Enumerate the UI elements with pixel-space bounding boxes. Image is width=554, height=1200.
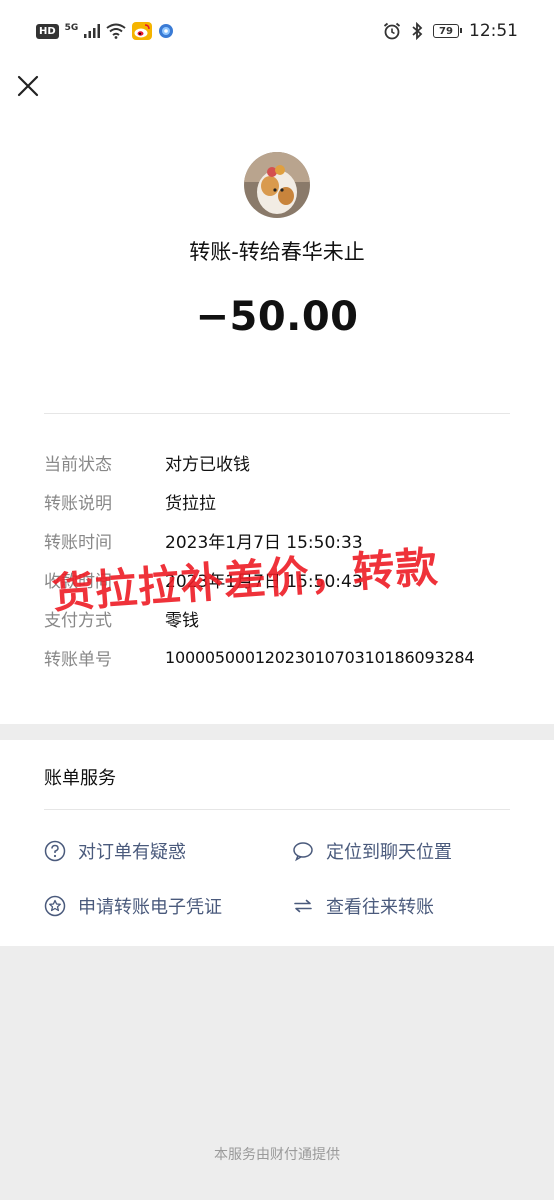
info-label: 转账单号 — [44, 649, 112, 670]
service-view-transfers[interactable]: 查看往来转账 — [292, 891, 434, 921]
status-bar: HD 5G 79 12:51 — [0, 0, 554, 60]
hd-badge: HD — [36, 23, 59, 39]
info-label: 转账时间 — [44, 532, 112, 553]
transfer-title: 转账-转给春华未止 — [189, 240, 365, 264]
info-value: 1000050001202301070310186093284 — [165, 647, 475, 667]
service-label: 定位到聊天位置 — [326, 842, 452, 863]
service-e-voucher[interactable]: 申请转账电子凭证 — [44, 891, 222, 921]
payee-avatar[interactable] — [244, 152, 310, 218]
service-order-question[interactable]: 对订单有疑惑 — [44, 836, 186, 866]
close-icon — [17, 75, 39, 97]
divider — [44, 809, 510, 810]
bluetooth-icon — [412, 22, 423, 40]
app-notification-icon — [159, 24, 174, 38]
battery-icon: 79 — [433, 24, 462, 38]
footer-note: 本服务由财付通提供 — [214, 1147, 340, 1163]
status-left-icons: HD 5G — [36, 20, 174, 42]
header-bar — [0, 60, 554, 118]
swap-arrows-icon — [292, 895, 314, 917]
service-label: 对订单有疑惑 — [78, 842, 186, 863]
status-right-icons: 79 12:51 — [383, 20, 518, 42]
info-label: 转账说明 — [44, 493, 112, 514]
wifi-icon — [106, 23, 126, 39]
info-value: 对方已收钱 — [165, 454, 250, 475]
question-circle-icon — [44, 840, 66, 862]
service-locate-chat[interactable]: 定位到聊天位置 — [292, 836, 452, 866]
clock: 12:51 — [469, 21, 518, 41]
info-label: 当前状态 — [44, 454, 112, 475]
service-label: 申请转账电子凭证 — [78, 897, 222, 918]
alarm-icon — [383, 22, 401, 40]
divider — [44, 413, 510, 414]
chat-bubble-icon — [292, 840, 314, 862]
signal-icon — [84, 24, 101, 38]
weibo-icon — [132, 22, 153, 40]
info-row-order-number: 转账单号 1000050001202301070310186093284 — [44, 642, 514, 672]
battery-level: 79 — [439, 25, 453, 37]
info-row-status: 当前状态 对方已收钱 — [44, 447, 514, 477]
services-title: 账单服务 — [44, 768, 116, 789]
info-value: 货拉拉 — [165, 493, 216, 514]
avatar-image — [244, 152, 310, 218]
service-label: 查看往来转账 — [326, 897, 434, 918]
close-button[interactable] — [12, 70, 44, 102]
star-circle-icon — [44, 895, 66, 917]
transfer-detail-card: 转账-转给春华未止 −50.00 当前状态 对方已收钱 转账说明 货拉拉 转账时… — [0, 118, 554, 724]
transfer-amount: −50.00 — [195, 294, 359, 340]
info-row-note: 转账说明 货拉拉 — [44, 486, 514, 516]
bill-services-card: 账单服务 对订单有疑惑 定位到聊天位置 申请转账电子凭证 查看往来转账 — [0, 740, 554, 946]
network-type: 5G — [64, 22, 79, 33]
